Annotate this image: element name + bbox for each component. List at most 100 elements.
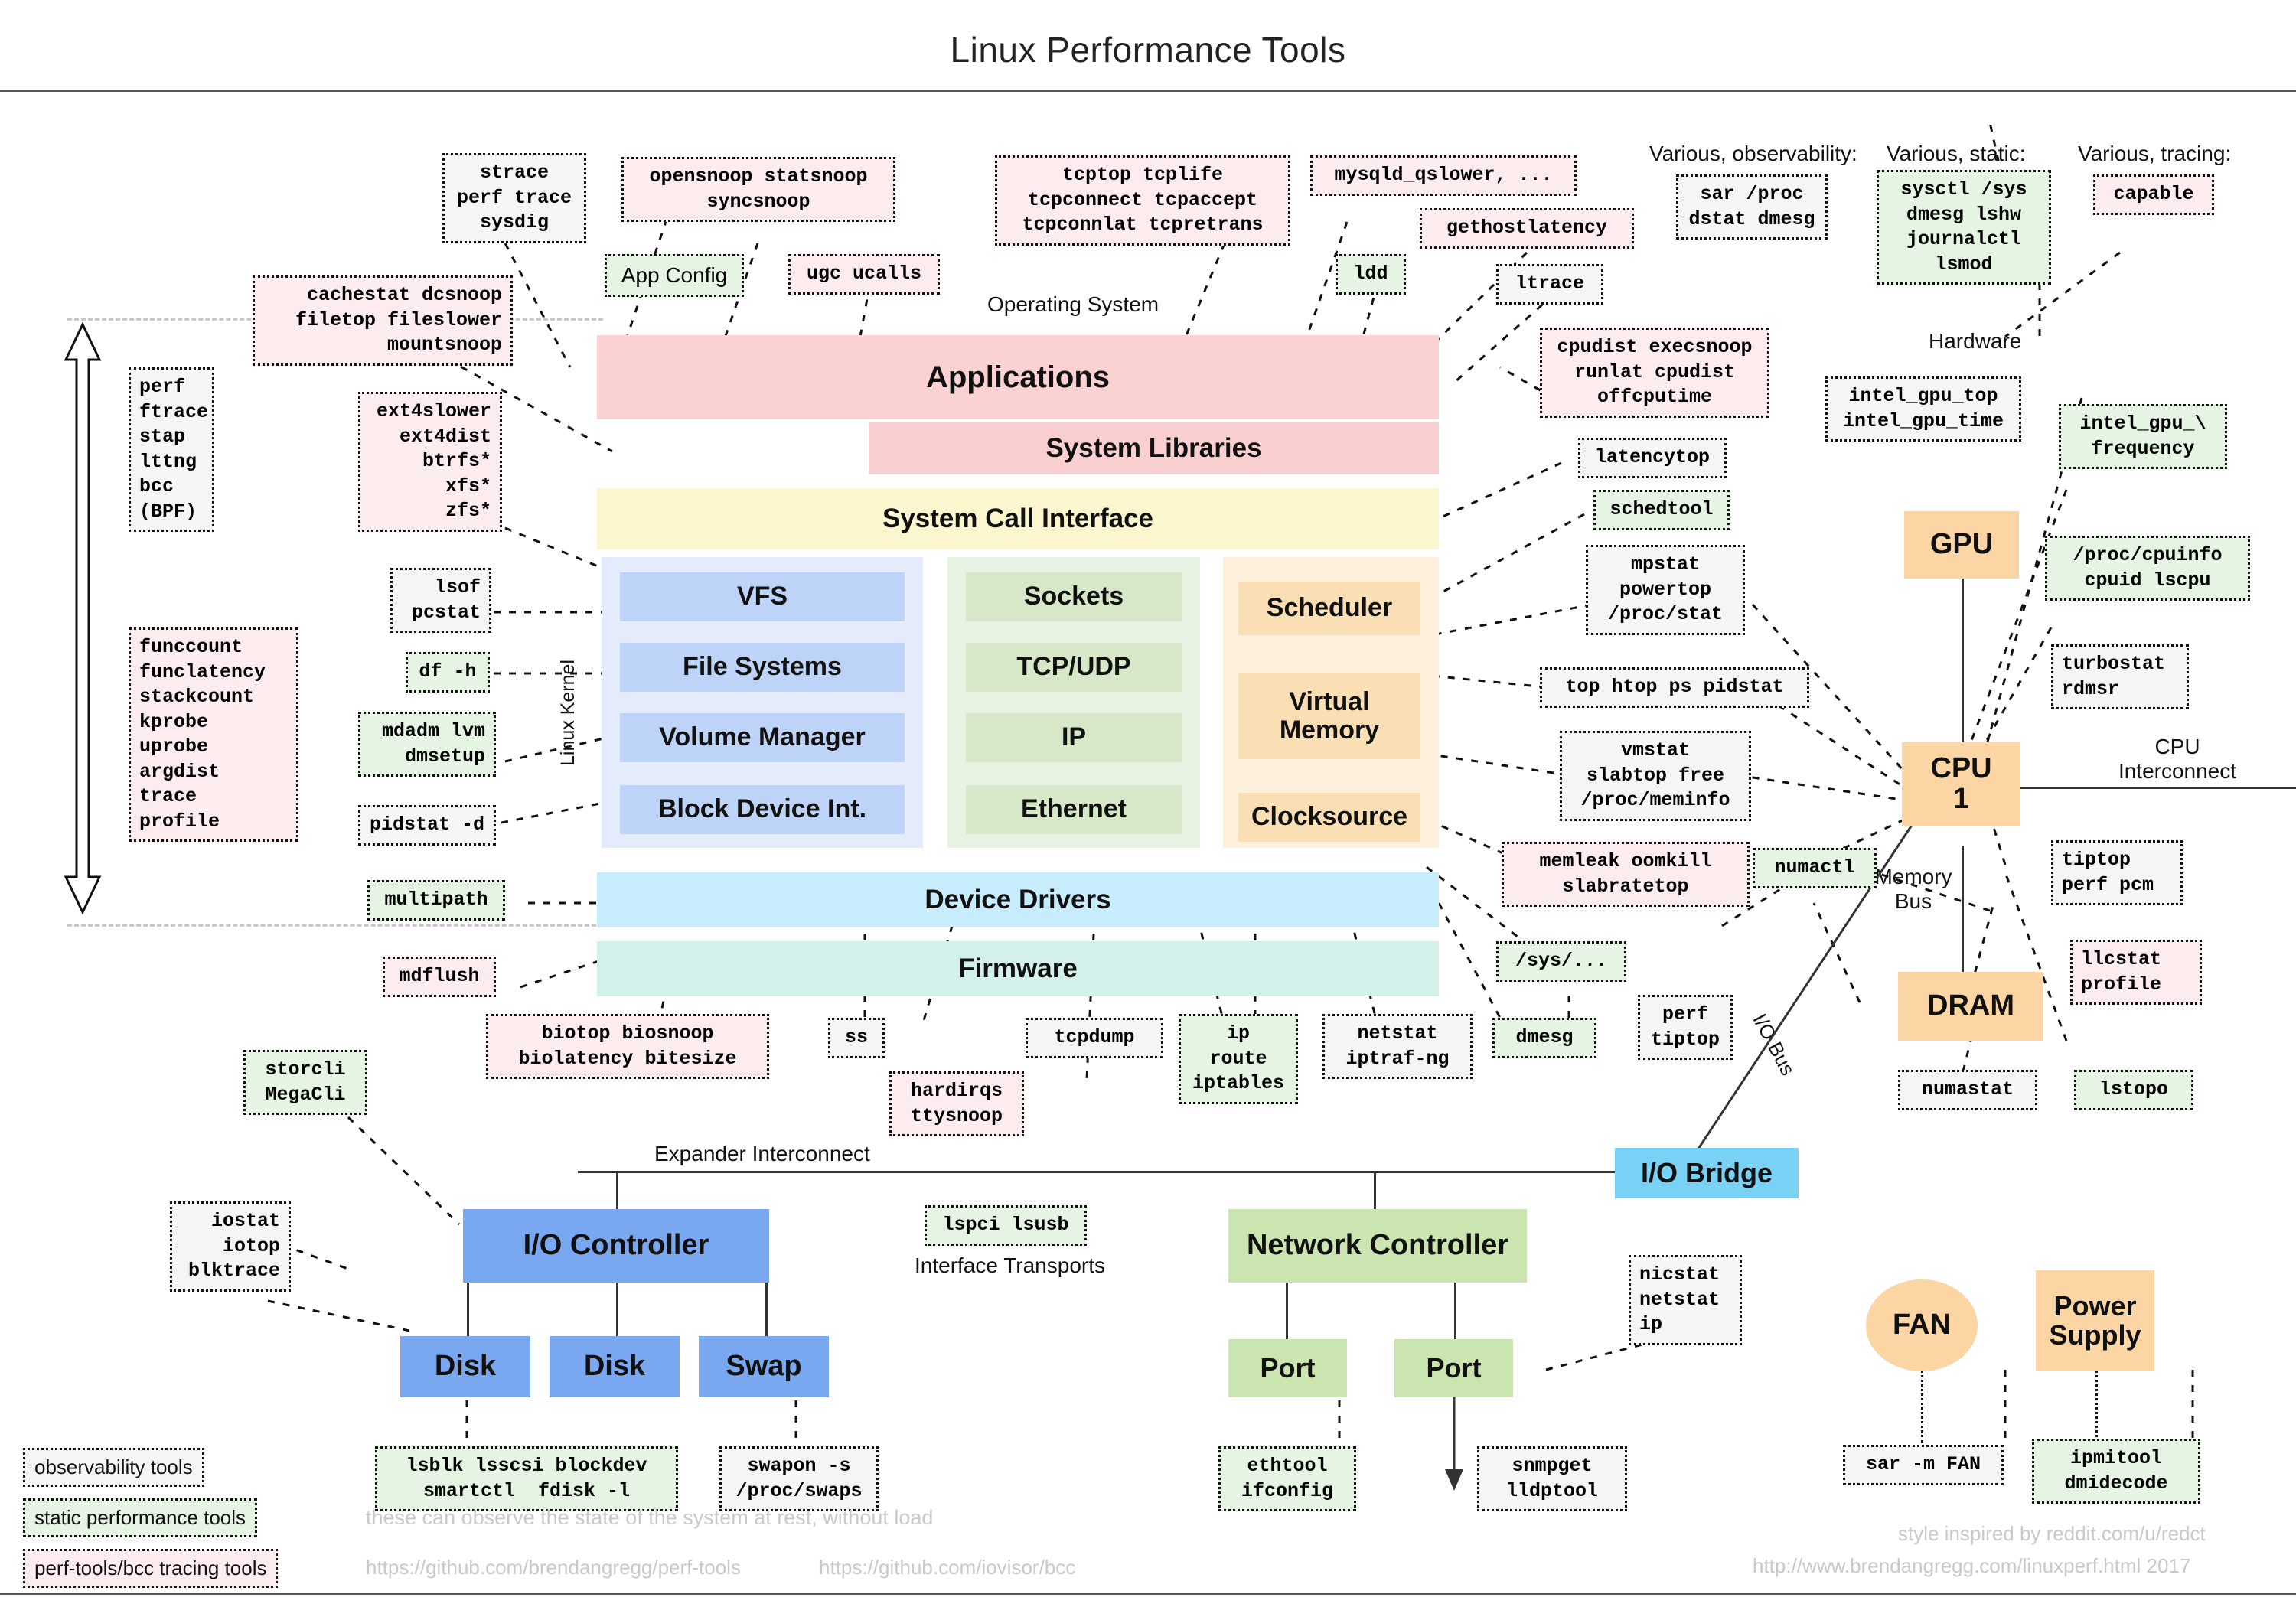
tool-mpstat[interactable]: mpstat powertop /proc/stat bbox=[1586, 545, 1745, 635]
block-swap: Swap bbox=[699, 1336, 829, 1397]
label-hardware: Hardware bbox=[1929, 329, 2022, 353]
swap-stem bbox=[765, 1283, 768, 1336]
block-gpu: GPU bbox=[1904, 511, 2019, 579]
tool-multipath[interactable]: multipath bbox=[367, 880, 505, 921]
label-operating-system: Operating System bbox=[987, 292, 1159, 316]
block-volume-manager: Volume Manager bbox=[620, 713, 905, 762]
title-divider bbox=[0, 90, 2296, 92]
tool-tcpdump[interactable]: tcpdump bbox=[1026, 1018, 1163, 1058]
tool-gethostlatency[interactable]: gethostlatency bbox=[1420, 208, 1634, 249]
tool-perf-ftrace[interactable]: perf ftrace stap lttng bcc (BPF) bbox=[129, 367, 214, 532]
block-clocksource: Clocksource bbox=[1238, 793, 1420, 842]
tool-turbostat[interactable]: turbostat rdmsr bbox=[2051, 644, 2189, 709]
tool-funccount[interactable]: funccount funclatency stackcount kprobe … bbox=[129, 627, 298, 842]
tool-mysqld-qslower[interactable]: mysqld_qslower, ... bbox=[1310, 155, 1577, 196]
tool-memleak[interactable]: memleak oomkill slabratetop bbox=[1502, 842, 1750, 907]
tool-strace[interactable]: strace perf trace sysdig bbox=[442, 153, 586, 243]
tool-sysctl[interactable]: sysctl /sys dmesg lshw journalctl lsmod bbox=[1877, 170, 2051, 285]
tool-sar-proc[interactable]: sar /proc dstat dmesg bbox=[1676, 174, 1828, 240]
tool-opensnoop[interactable]: opensnoop statsnoop syncsnoop bbox=[621, 157, 895, 222]
tool-lstopo[interactable]: lstopo bbox=[2074, 1070, 2193, 1110]
tool-lsof-pcstat[interactable]: lsof pcstat bbox=[390, 568, 491, 633]
disk1-stem bbox=[467, 1283, 469, 1336]
layer-device-drivers: Device Drivers bbox=[597, 872, 1439, 927]
tool-latencytop[interactable]: latencytop bbox=[1578, 438, 1727, 478]
tool-ltrace[interactable]: ltrace bbox=[1496, 264, 1603, 305]
block-io-controller: I/O Controller bbox=[463, 1209, 769, 1283]
tool-top-htop[interactable]: top htop ps pidstat bbox=[1540, 667, 1809, 708]
tool-numactl[interactable]: numactl bbox=[1753, 848, 1877, 888]
tool-biotop[interactable]: biotop biosnoop biolatency bitesize bbox=[486, 1014, 769, 1079]
block-dram: DRAM bbox=[1898, 972, 2043, 1041]
page-title: Linux Performance Tools bbox=[950, 30, 1346, 70]
block-sockets: Sockets bbox=[966, 572, 1182, 621]
label-interface-transports: Interface Transports bbox=[915, 1253, 1106, 1277]
tool-proc-cpuinfo[interactable]: /proc/cpuinfo cpuid lscpu bbox=[2045, 536, 2250, 601]
tool-perf-tiptop[interactable]: perf tiptop bbox=[1638, 995, 1733, 1060]
block-block-device-int: Block Device Int. bbox=[620, 785, 905, 834]
tool-ext4slower[interactable]: ext4slower ext4dist btrfs* xfs* zfs* bbox=[358, 392, 502, 532]
tool-storcli[interactable]: storcli MegaCli bbox=[243, 1050, 367, 1115]
tool-ugc-ucalls[interactable]: ugc ucalls bbox=[788, 254, 940, 295]
tool-iostat[interactable]: iostat iotop blktrace bbox=[170, 1201, 291, 1292]
tool-schedtool[interactable]: schedtool bbox=[1593, 490, 1730, 530]
tool-capable[interactable]: capable bbox=[2093, 174, 2214, 215]
tool-llcstat[interactable]: llcstat profile bbox=[2070, 940, 2202, 1005]
tool-ipmitool[interactable]: ipmitool dmidecode bbox=[2032, 1439, 2200, 1504]
tool-nicstat[interactable]: nicstat netstat ip bbox=[1629, 1255, 1742, 1345]
tool-cpudist[interactable]: cpudist execsnoop runlat cpudist offcput… bbox=[1540, 328, 1769, 418]
block-power-supply: Power Supply bbox=[2036, 1270, 2154, 1371]
tool-pidstat-d[interactable]: pidstat -d bbox=[358, 805, 496, 846]
tool-ldd[interactable]: ldd bbox=[1336, 254, 1406, 295]
block-cpu1: CPU 1 bbox=[1902, 742, 2020, 826]
tool-app-config[interactable]: App Config bbox=[605, 254, 744, 298]
tool-mdadm-lvm[interactable]: mdadm lvm dmsetup bbox=[358, 712, 496, 777]
diagram-canvas: Linux Performance Tools Applications Sys… bbox=[0, 0, 2296, 1607]
tool-dmesg-mid[interactable]: dmesg bbox=[1492, 1018, 1596, 1058]
tool-sys-dots[interactable]: /sys/... bbox=[1496, 941, 1626, 982]
legend-url-perf-tools: https://github.com/brendangregg/perf-too… bbox=[366, 1556, 741, 1579]
legend-note-static: these can observe the state of the syste… bbox=[366, 1506, 934, 1529]
expander-bus-line bbox=[578, 1171, 1711, 1173]
label-cpu-interconnect: CPU Interconnect bbox=[2118, 735, 2237, 784]
tool-lspci-lsusb[interactable]: lspci lsusb bbox=[925, 1205, 1087, 1246]
label-linux-kernel: Linux Kernel bbox=[557, 660, 579, 766]
tool-intel-gpu-frequency[interactable]: intel_gpu_\ frequency bbox=[2059, 404, 2227, 469]
tool-swapon[interactable]: swapon -s /proc/swaps bbox=[719, 1446, 879, 1511]
block-port-1: Port bbox=[1228, 1339, 1347, 1397]
tool-snmpget[interactable]: snmpget lldptool bbox=[1477, 1446, 1627, 1511]
label-various-static: Various, static: bbox=[1887, 142, 2026, 165]
scope-guide-bottom bbox=[67, 924, 603, 927]
tool-netstat-iptraf[interactable]: netstat iptraf-ng bbox=[1322, 1014, 1473, 1079]
block-vfs: VFS bbox=[620, 572, 905, 621]
tool-cachestat[interactable]: cachestat dcsnoop filetop fileslower mou… bbox=[253, 275, 513, 366]
tool-intel-gpu-top[interactable]: intel_gpu_top intel_gpu_time bbox=[1825, 376, 2021, 442]
tool-lsblk[interactable]: lsblk lsscsi blockdev smartctl fdisk -l bbox=[375, 1446, 678, 1511]
tool-ethtool[interactable]: ethtool ifconfig bbox=[1218, 1446, 1356, 1511]
block-ip: IP bbox=[966, 713, 1182, 762]
block-port-2: Port bbox=[1394, 1339, 1513, 1397]
tool-vmstat[interactable]: vmstat slabtop free /proc/meminfo bbox=[1560, 731, 1751, 821]
block-virtual-memory: Virtual Memory bbox=[1238, 673, 1420, 759]
tool-sar-m-fan[interactable]: sar -m FAN bbox=[1843, 1445, 2004, 1485]
block-disk-2: Disk bbox=[550, 1336, 680, 1397]
tool-df-h[interactable]: df -h bbox=[406, 652, 490, 693]
tool-hardirqs[interactable]: hardirqs ttysnoop bbox=[889, 1071, 1024, 1136]
port1-stem bbox=[1286, 1283, 1288, 1339]
tool-numastat[interactable]: numastat bbox=[1898, 1070, 2037, 1110]
tool-tcptop[interactable]: tcptop tcplife tcpconnect tcpaccept tcpc… bbox=[995, 155, 1290, 246]
tool-tiptop-perf-pcm[interactable]: tiptop perf pcm bbox=[2051, 840, 2183, 905]
tool-ip-route[interactable]: ip route iptables bbox=[1179, 1014, 1298, 1104]
io-controller-stem bbox=[616, 1171, 618, 1209]
credit-style: style inspired by reddit.com/u/redct bbox=[1898, 1522, 2206, 1545]
label-various-observability: Various, observability: bbox=[1649, 142, 1857, 165]
scope-arrow-icon bbox=[64, 321, 102, 915]
block-file-systems: File Systems bbox=[620, 643, 905, 692]
tool-ss[interactable]: ss bbox=[828, 1018, 885, 1058]
label-expander-interconnect: Expander Interconnect bbox=[654, 1142, 870, 1165]
tool-mdflush[interactable]: mdflush bbox=[383, 957, 496, 997]
block-io-bridge: I/O Bridge bbox=[1615, 1148, 1799, 1198]
block-ethernet: Ethernet bbox=[966, 785, 1182, 834]
block-disk-1: Disk bbox=[400, 1336, 530, 1397]
block-scheduler: Scheduler bbox=[1238, 582, 1420, 635]
